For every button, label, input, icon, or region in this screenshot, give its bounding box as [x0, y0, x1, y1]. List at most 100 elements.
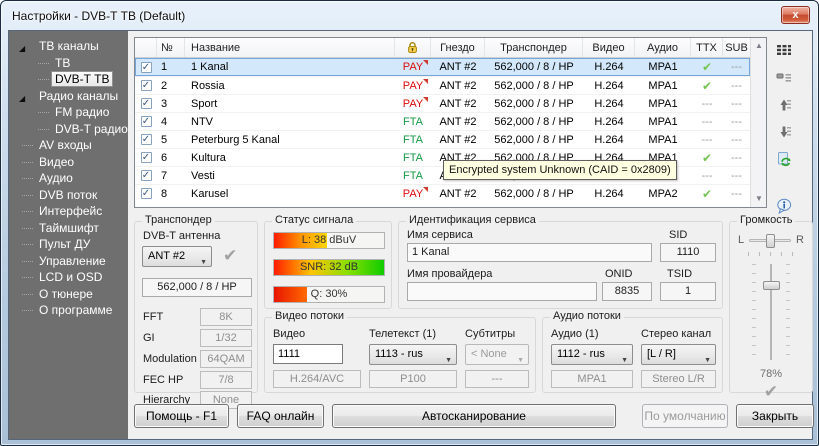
ttx-cell: ---	[691, 131, 723, 148]
balance-track[interactable]	[749, 239, 791, 242]
audio-select[interactable]: 1112 - rus	[551, 344, 633, 365]
channel-name: 1 Kanal	[185, 58, 395, 76]
header-ttx[interactable]: ТТХ	[691, 38, 723, 57]
channel-name: Sport	[185, 95, 395, 112]
sidebar-item-2[interactable]: DVB-T ТВ	[9, 71, 128, 88]
row-number: 3	[157, 95, 185, 112]
sidebar-item-3[interactable]: Радио каналы	[9, 88, 128, 105]
balance-slider[interactable]: L R	[738, 234, 804, 246]
help-button[interactable]: Помощь - F1	[134, 404, 229, 428]
table-row-4[interactable]: ✓4NTVFTAANT #2562,000 / 8 / HPH.264MPA1-…	[135, 112, 750, 130]
header-name[interactable]: Название	[185, 38, 395, 57]
param-value: 1/32	[200, 329, 252, 347]
sidebar-item-0[interactable]: ТВ каналы	[9, 38, 128, 55]
titlebar[interactable]: Настройки - DVB-T ТВ (Default) x	[1, 1, 818, 31]
video-streams-panel: Видео потоки Видео H.264/AVC Телетекст (…	[264, 317, 536, 393]
teletext-select[interactable]: 1113 - rus	[369, 344, 457, 365]
panel-title: Транспондер	[142, 214, 215, 226]
sidebar-item-13[interactable]: Управление	[9, 253, 128, 270]
access-type: PAY	[395, 185, 431, 202]
header-transponder[interactable]: Транспондер	[485, 38, 583, 57]
sidebar-item-11[interactable]: Таймшифт	[9, 220, 128, 237]
scroll-up-icon[interactable]: ▲	[751, 38, 767, 54]
content-pane: № Название Гнездо Транспондер	[128, 31, 812, 439]
param-label: Modulation	[143, 353, 197, 365]
faq-button[interactable]: FAQ онлайн	[237, 404, 324, 428]
socket-cell: ANT #2	[431, 77, 485, 94]
sidebar-item-7[interactable]: Видео	[9, 154, 128, 171]
row-checkbox[interactable]: ✓	[141, 98, 152, 109]
sidebar-item-14[interactable]: LCD и OSD	[9, 269, 128, 286]
header-checkbox-column[interactable]	[135, 38, 157, 57]
sidebar-item-label: О тюнере	[36, 287, 96, 301]
sidebar-item-1[interactable]: ТВ	[9, 55, 128, 72]
table-row-3[interactable]: ✓3SportPAYANT #2562,000 / 8 / HPH.264MPA…	[135, 94, 750, 112]
socket-cell: ANT #2	[431, 185, 485, 202]
close-button[interactable]: Закрыть	[736, 404, 814, 428]
subtitles-label: Субтитры	[465, 328, 515, 340]
sidebar-item-16[interactable]: О программе	[9, 302, 128, 319]
audio-codec-cell: MPA1	[635, 77, 691, 94]
sidebar-item-label: Пульт ДУ	[36, 237, 93, 251]
close-icon[interactable]: x	[781, 6, 810, 24]
param-row-gi: GI 1/32	[143, 329, 252, 347]
channel-list-icon[interactable]	[776, 43, 792, 59]
sidebar-item-8[interactable]: Аудио	[9, 170, 128, 187]
row-checkbox[interactable]: ✓	[141, 62, 152, 73]
audio-codec-cell: MPA1	[635, 113, 691, 130]
sidebar-item-label: Интерфейс	[36, 204, 105, 218]
row-checkbox-cell: ✓	[135, 131, 157, 148]
row-checkbox[interactable]: ✓	[141, 116, 152, 127]
tsid-label: TSID	[667, 268, 692, 280]
volume-slider-track[interactable]	[770, 264, 772, 360]
info-icon[interactable]	[776, 198, 792, 214]
table-row-1[interactable]: ✓11 KanalPAYANT #2562,000 / 8 / HPH.264M…	[135, 58, 750, 76]
table-scrollbar[interactable]: ▲ ▼	[750, 38, 766, 207]
sidebar-item-label: ТВ	[52, 56, 73, 70]
header-audio[interactable]: Аудио	[635, 38, 691, 57]
table-row-2[interactable]: ✓2RossiaPAYANT #2562,000 / 8 / HPH.264MP…	[135, 76, 750, 94]
row-checkbox[interactable]: ✓	[141, 134, 152, 145]
quality-bar: Q: 30%	[273, 286, 385, 303]
sidebar-item-10[interactable]: Интерфейс	[9, 203, 128, 220]
row-checkbox[interactable]: ✓	[141, 188, 152, 199]
settings-tree: ТВ каналыТВDVB-T ТВРадио каналыFM радиоD…	[9, 31, 128, 439]
video-pid-input[interactable]	[273, 344, 343, 364]
header-socket[interactable]: Гнездо	[431, 38, 485, 57]
header-num[interactable]: №	[157, 38, 185, 57]
volume-slider-thumb[interactable]	[763, 281, 780, 290]
row-checkbox[interactable]: ✓	[141, 170, 152, 181]
param-value: 64QAM	[200, 350, 252, 368]
header-sub[interactable]: SUB	[723, 38, 750, 57]
stereo-select[interactable]: [L / R]	[641, 344, 716, 365]
row-checkbox[interactable]: ✓	[141, 152, 152, 163]
move-up-icon[interactable]	[776, 97, 792, 113]
row-number: 4	[157, 113, 185, 130]
signal-status-panel: Статус сигнала L: 38 dBuV SNR: 32 dB Q: …	[264, 221, 392, 309]
rescan-icon[interactable]	[776, 151, 792, 167]
sidebar-item-9[interactable]: DVB поток	[9, 187, 128, 204]
autoscan-button[interactable]: Автосканирование	[332, 404, 616, 428]
antenna-select[interactable]: ANT #2	[142, 246, 212, 267]
sidebar-item-5[interactable]: DVB-T радио	[9, 121, 128, 138]
video-codec-cell: H.264	[583, 58, 635, 76]
settings-window: Настройки - DVB-T ТВ (Default) x ТВ кана…	[0, 0, 819, 446]
edit-list-icon[interactable]	[776, 70, 792, 86]
header-video[interactable]: Видео	[583, 38, 635, 57]
scroll-down-icon[interactable]: ▼	[751, 191, 767, 207]
lock-icon[interactable]	[395, 38, 431, 57]
table-row-5[interactable]: ✓5Peterburg 5 KanalFTAANT #2562,000 / 8 …	[135, 130, 750, 148]
channel-name: Kultura	[185, 149, 395, 166]
sidebar-item-4[interactable]: FM радио	[9, 104, 128, 121]
balance-thumb[interactable]	[766, 234, 775, 248]
volume-ticks-right	[786, 264, 790, 360]
row-checkbox-cell: ✓	[135, 167, 157, 184]
subtitles-info-field: ---	[465, 370, 529, 388]
table-row-8[interactable]: ✓8KaruselPAYANT #2562,000 / 8 / HPH.264M…	[135, 184, 750, 202]
sidebar-item-12[interactable]: Пульт ДУ	[9, 236, 128, 253]
sidebar-item-6[interactable]: AV входы	[9, 137, 128, 154]
row-number: 5	[157, 131, 185, 148]
row-checkbox[interactable]: ✓	[141, 80, 152, 91]
sidebar-item-15[interactable]: О тюнере	[9, 286, 128, 303]
move-down-icon[interactable]	[776, 124, 792, 140]
